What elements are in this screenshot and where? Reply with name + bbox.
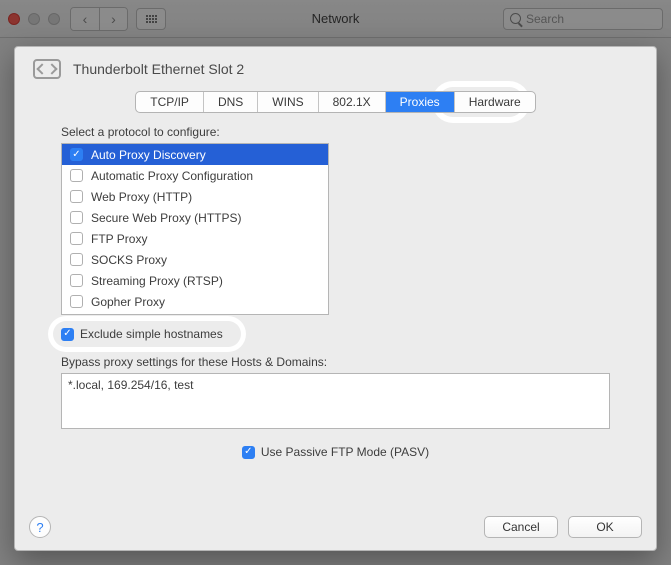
passive-ftp-label: Use Passive FTP Mode (PASV) [261, 445, 429, 459]
traffic-lights [8, 13, 60, 25]
protocol-socks-proxy[interactable]: SOCKS Proxy [62, 249, 328, 270]
chevron-right-icon: › [111, 11, 116, 27]
tab-8021x[interactable]: 802.1X [318, 92, 385, 112]
checkbox-icon[interactable] [70, 274, 83, 287]
protocol-gopher-proxy[interactable]: Gopher Proxy [62, 291, 328, 312]
close-window-button[interactable] [8, 13, 20, 25]
search-icon [510, 13, 521, 24]
exclude-checkbox[interactable]: ✓ [61, 328, 74, 341]
passive-ftp-checkbox[interactable]: ✓ [242, 446, 255, 459]
bypass-value: *.local, 169.254/16, test [68, 378, 193, 392]
minimize-window-button[interactable] [28, 13, 40, 25]
protocol-label: Select a protocol to configure: [61, 125, 610, 139]
passive-ftp-row[interactable]: ✓ Use Passive FTP Mode (PASV) [61, 445, 610, 459]
protocol-auto-config[interactable]: Automatic Proxy Configuration [62, 165, 328, 186]
checkbox-icon[interactable] [70, 211, 83, 224]
grid-icon [146, 15, 157, 23]
checkbox-icon[interactable] [70, 253, 83, 266]
thunderbolt-icon [33, 59, 61, 79]
tab-dns[interactable]: DNS [203, 92, 257, 112]
protocol-label-text: Streaming Proxy (RTSP) [91, 274, 223, 288]
nav-back-forward: ‹ › [70, 7, 128, 31]
zoom-window-button[interactable] [48, 13, 60, 25]
tab-wins[interactable]: WINS [257, 92, 317, 112]
checkbox-icon[interactable] [70, 232, 83, 245]
cancel-button[interactable]: Cancel [484, 516, 558, 538]
tab-group: TCP/IP DNS WINS 802.1X Proxies Hardware [135, 91, 535, 113]
protocol-list[interactable]: ✓ Auto Proxy Discovery Automatic Proxy C… [61, 143, 329, 315]
protocol-auto-discovery[interactable]: ✓ Auto Proxy Discovery [62, 144, 328, 165]
protocol-label-text: Web Proxy (HTTP) [91, 190, 192, 204]
exclude-label: Exclude simple hostnames [80, 327, 223, 341]
window-title: Network [312, 11, 360, 26]
protocol-label-text: Auto Proxy Discovery [91, 148, 206, 162]
forward-button[interactable]: › [99, 8, 127, 30]
advanced-sheet: Thunderbolt Ethernet Slot 2 TCP/IP DNS W… [14, 46, 657, 551]
checkbox-icon[interactable] [70, 295, 83, 308]
cancel-label: Cancel [502, 520, 539, 534]
titlebar: ‹ › Network Search [0, 0, 671, 38]
search-placeholder: Search [526, 12, 564, 26]
network-preferences-window: ‹ › Network Search Thunderbolt Ethernet … [0, 0, 671, 565]
exclude-simple-hostnames-row[interactable]: ✓ Exclude simple hostnames [61, 327, 223, 341]
checkbox-icon[interactable] [70, 190, 83, 203]
ok-button[interactable]: OK [568, 516, 642, 538]
sheet-title: Thunderbolt Ethernet Slot 2 [73, 61, 244, 77]
help-button[interactable]: ? [29, 516, 51, 538]
protocol-label-text: Gopher Proxy [91, 295, 165, 309]
checkbox-icon[interactable] [70, 169, 83, 182]
protocol-streaming-proxy[interactable]: Streaming Proxy (RTSP) [62, 270, 328, 291]
tab-proxies[interactable]: Proxies [385, 92, 454, 112]
back-button[interactable]: ‹ [71, 8, 99, 30]
chevron-left-icon: ‹ [83, 11, 88, 27]
sheet-footer: ? Cancel OK [15, 516, 656, 538]
proxies-content: Select a protocol to configure: ✓ Auto P… [15, 123, 656, 459]
tab-bar: TCP/IP DNS WINS 802.1X Proxies Hardware [15, 87, 656, 123]
sheet-header: Thunderbolt Ethernet Slot 2 [15, 47, 656, 87]
tab-tcpip[interactable]: TCP/IP [136, 92, 203, 112]
protocol-label-text: SOCKS Proxy [91, 253, 167, 267]
checkbox-icon[interactable]: ✓ [70, 148, 83, 161]
tab-hardware[interactable]: Hardware [454, 92, 535, 112]
protocol-web-proxy[interactable]: Web Proxy (HTTP) [62, 186, 328, 207]
protocol-label-text: FTP Proxy [91, 232, 147, 246]
protocol-label-text: Automatic Proxy Configuration [91, 169, 253, 183]
help-icon: ? [36, 520, 43, 535]
protocol-label-text: Secure Web Proxy (HTTPS) [91, 211, 241, 225]
protocol-secure-web-proxy[interactable]: Secure Web Proxy (HTTPS) [62, 207, 328, 228]
ok-label: OK [596, 520, 613, 534]
show-all-button[interactable] [136, 8, 166, 30]
bypass-label: Bypass proxy settings for these Hosts & … [61, 355, 610, 369]
protocol-ftp-proxy[interactable]: FTP Proxy [62, 228, 328, 249]
search-field[interactable]: Search [503, 8, 663, 30]
bypass-textarea[interactable]: *.local, 169.254/16, test [61, 373, 610, 429]
